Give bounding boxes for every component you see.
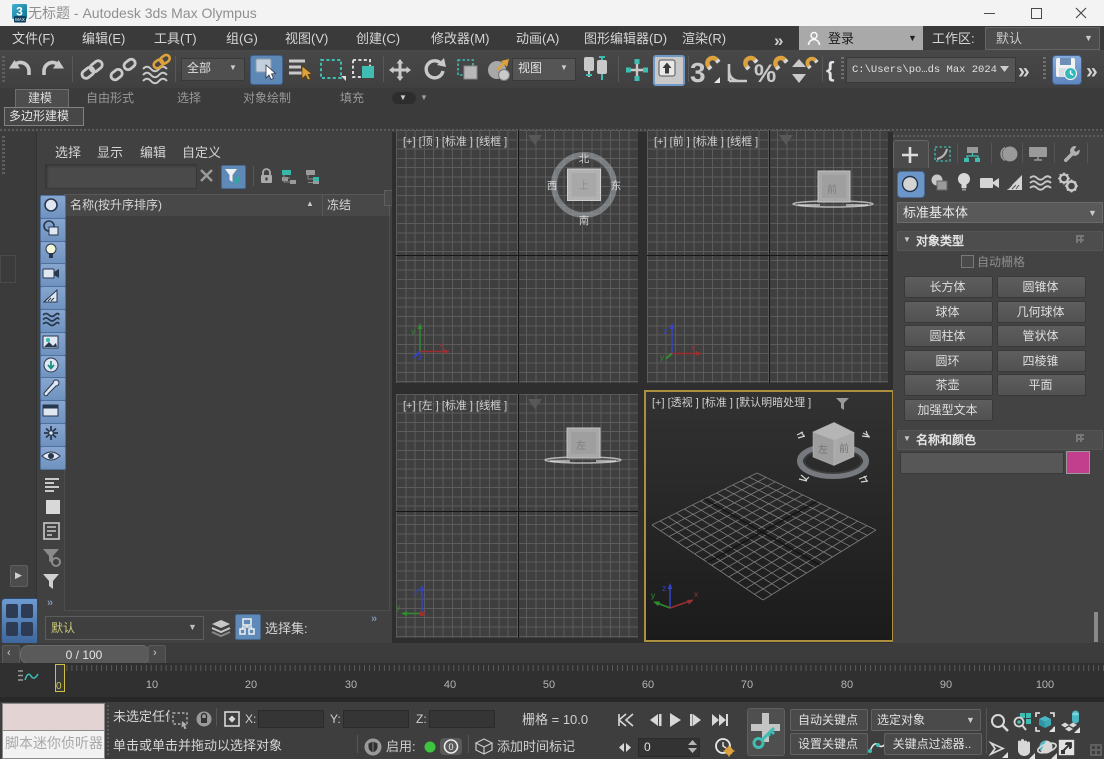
svg-text:北: 北 — [579, 151, 590, 166]
svg-text:0: 0 — [448, 742, 453, 752]
svg-text:z: z — [662, 582, 666, 594]
svg-text:东: 东 — [611, 178, 622, 193]
svg-text:x: x — [439, 339, 444, 351]
svg-text:3: 3 — [690, 57, 706, 88]
svg-text:西: 西 — [547, 178, 558, 193]
svg-text:左: 左 — [576, 437, 586, 452]
svg-text:x: x — [691, 341, 696, 353]
svg-text:z: z — [414, 585, 418, 597]
svg-text:x: x — [694, 588, 699, 600]
svg-text:前: 前 — [839, 440, 849, 455]
svg-text:上: 上 — [579, 177, 589, 192]
svg-text:左: 左 — [818, 441, 828, 456]
svg-text:前: 前 — [827, 181, 837, 196]
svg-text:y: y — [651, 589, 656, 601]
svg-text:z: z — [663, 325, 667, 337]
svg-text:y: y — [411, 325, 416, 337]
svg-text:y: y — [396, 601, 401, 613]
svg-text:MAX: MAX — [15, 17, 25, 22]
svg-text:%: % — [754, 60, 776, 88]
svg-text:z: z — [418, 351, 422, 363]
svg-text:南: 南 — [579, 213, 590, 228]
